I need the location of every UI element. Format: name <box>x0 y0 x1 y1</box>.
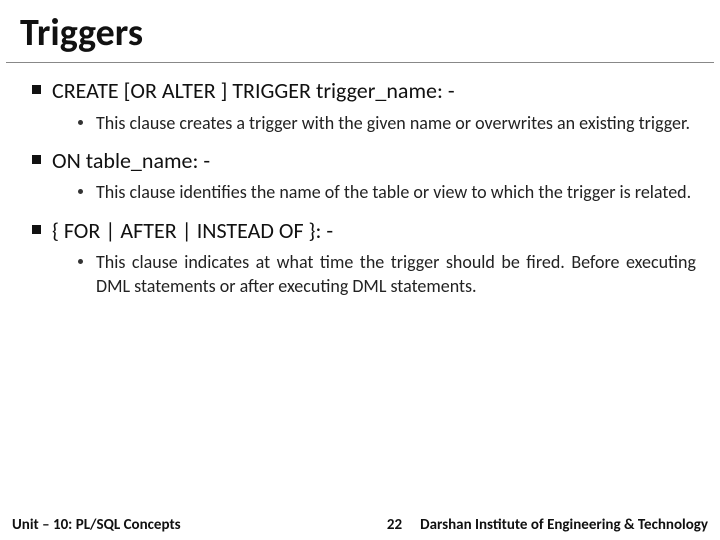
slide-footer: Unit – 10: PL/SQL Concepts 22 Darshan In… <box>0 510 720 540</box>
bullet-heading: { FOR | AFTER | INSTEAD OF }: - <box>52 217 333 244</box>
subbullet: This clause identifies the name of the t… <box>78 180 696 204</box>
bullet-for-after: { FOR | AFTER | INSTEAD OF }: - This cla… <box>30 217 696 299</box>
bullet-on-table: ON table_name: - This clause identifies … <box>30 147 696 205</box>
footer-institute: Darshan Institute of Engineering & Techn… <box>420 516 708 534</box>
footer-unit: Unit – 10: PL/SQL Concepts <box>12 516 181 534</box>
subbullet: This clause creates a trigger with the g… <box>78 111 696 135</box>
bullet-heading: CREATE [OR ALTER ] TRIGGER trigger_name:… <box>52 77 455 104</box>
bullet-create-trigger: CREATE [OR ALTER ] TRIGGER trigger_name:… <box>30 77 696 135</box>
slide-content: CREATE [OR ALTER ] TRIGGER trigger_name:… <box>0 77 720 299</box>
bullet-heading: ON table_name: - <box>52 147 210 174</box>
footer-page-number: 22 <box>387 516 402 534</box>
subbullet: This clause indicates at what time the t… <box>78 250 696 299</box>
slide-title: Triggers <box>6 0 714 63</box>
